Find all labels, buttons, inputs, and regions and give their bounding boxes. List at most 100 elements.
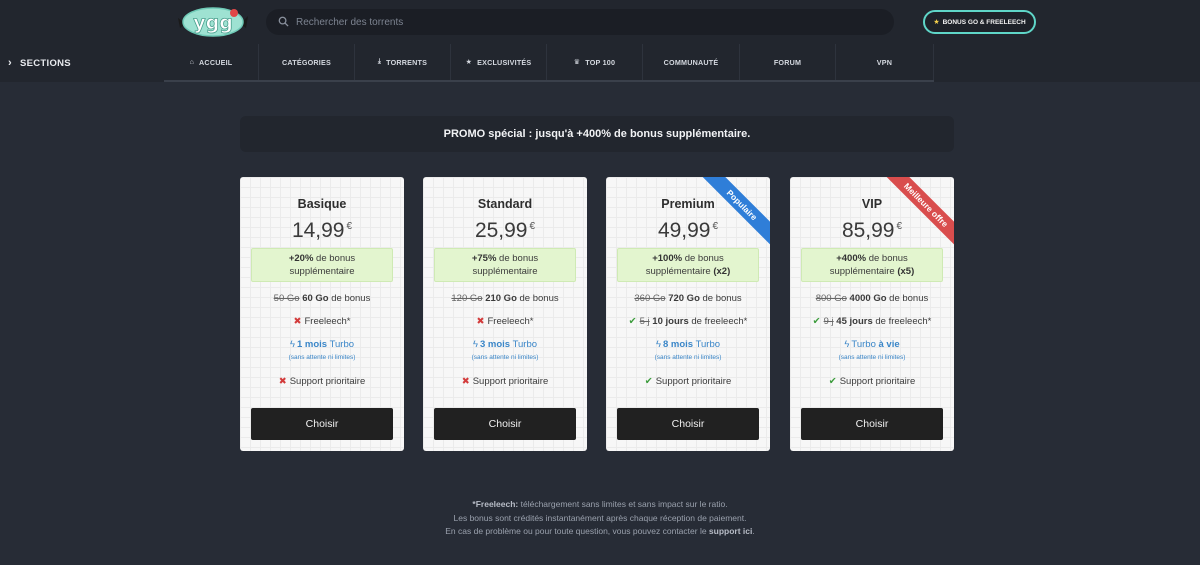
contact-text: En cas de problème ou pour toute questio… [445,526,709,536]
nav-item-label: CATÉGORIES [282,57,331,67]
plan-name: VIP [861,197,883,211]
nav-item-top100[interactable]: ♛ TOP 100 [547,44,643,80]
turbo-subtext: (sans attente ni limites) [288,354,356,361]
contact-end: . [752,526,755,536]
bonus-go-line: 800 Go 4000 Go de bonus [790,293,954,304]
support-text: Support prioritaire [472,376,549,387]
freeleech-old: 5 j [639,316,650,327]
bonus-go-line: 50 Go 60 Go de bonus [240,293,404,304]
turbo-duration: 1 mois [296,339,328,350]
turbo-line: ϟ Turbo à vie [790,339,954,350]
bonus-go-line: 360 Go 720 Go de bonus [606,293,770,304]
currency-symbol: € [529,221,536,232]
nav-item-categories[interactable]: CATÉGORIES [259,44,355,80]
plan-name: Basique [297,197,347,211]
nav-item-forum[interactable]: FORUM [740,44,836,80]
site-logo[interactable]: ygg [176,4,250,40]
footer-line-2: Les bonus sont crédités instantanément a… [453,512,747,523]
promo-text: PROMO spécial : jusqu'à +400% de bonus s… [443,128,751,140]
support-link[interactable]: support ici [709,526,752,536]
go-new: 4000 Go [849,293,887,304]
promo-banner: PROMO spécial : jusqu'à +400% de bonus s… [240,116,954,152]
plan-card-vip: Meilleure offre VIP 85,99 € +400% de bonu… [790,177,954,451]
plan-price: 85,99 € [790,219,954,243]
nav-item-label: TORRENTS [386,57,428,67]
go-old: 120 Go [451,293,483,304]
turbo-label: Turbo [851,339,879,350]
freeleech-new: 45 jours [836,316,873,327]
price-value: 49,99 [657,219,711,242]
freeleech-footnote: téléchargement sans limites et sans impa… [518,499,728,509]
currency-symbol: € [346,221,353,232]
check-icon: ✔ [828,376,837,387]
bonus-text: de bonus [682,253,724,264]
turbo-duration: 8 mois [662,339,694,350]
freeleech-old: 9 j [823,316,834,327]
nav-item-communaute[interactable]: COMMUNAUTÉ [643,44,740,80]
support-line: ✖ Support prioritaire [423,376,587,387]
price-value: 85,99 [841,219,895,242]
bonus-multiplier: (x2) [713,266,731,277]
top-header: ygg ★ BONUS GO & FREELEECH [0,0,1200,44]
nav-item-exclusivites[interactable]: ★ EXCLUSIVITÉS [451,44,547,80]
bonus-freeleech-button[interactable]: ★ BONUS GO & FREELEECH [923,10,1036,34]
sections-toggle[interactable]: › SECTIONS [0,44,164,82]
search-input[interactable] [296,16,856,28]
freeleech-line: ✖ Freeleech* [240,316,404,327]
freeleech-line: ✖ Freeleech* [423,316,587,327]
search-bar[interactable] [266,9,894,35]
freeleech-text: Freeleech* [304,316,351,327]
nav-item-accueil[interactable]: ⌂ ACCUEIL [164,44,259,80]
choose-button[interactable]: Choisir [251,408,393,440]
check-icon: ✔ [812,316,821,327]
plan-name: Premium [661,197,715,211]
nav-item-vpn[interactable]: VPN [836,44,934,80]
turbo-duration: à vie [878,339,900,350]
navbar: › SECTIONS ⌂ ACCUEIL CATÉGORIES ⤓ TORREN… [0,44,1200,82]
bonus-pct: +100% [652,253,683,264]
support-text: Support prioritaire [839,376,916,387]
nav-item-label: ACCUEIL [199,57,233,67]
go-suffix: de bonus [328,293,371,304]
freeleech-text: de freeleech* [872,316,932,327]
cross-icon: ✖ [476,316,485,327]
nav-divider [164,80,934,82]
footer-notes: *Freeleech: téléchargement sans limites … [0,498,1200,539]
nav-item-label: COMMUNAUTÉ [663,57,719,67]
bonus-text: de bonus [866,253,908,264]
go-old: 50 Go [273,293,300,304]
freeleech-line: ✔ 9 j 45 jours de freeleech* [790,316,954,327]
go-suffix: de bonus [886,293,929,304]
chevron-right-icon: › [8,57,12,69]
go-new: 60 Go [302,293,329,304]
choose-button[interactable]: Choisir [434,408,576,440]
nav-item-torrents[interactable]: ⤓ TORRENTS [355,44,451,80]
bonus-multiplier: (x5) [897,266,915,277]
check-icon: ✔ [644,376,653,387]
ribbon-best-offer: Meilleure offre [874,177,954,257]
go-new: 210 Go [485,293,517,304]
choose-button[interactable]: Choisir [617,408,759,440]
plan-price: 14,99 € [240,219,404,243]
plan-name: Standard [477,197,533,211]
download-icon: ⤓ [377,58,382,65]
bonus-pct: +400% [836,253,867,264]
turbo-subtext: (sans attente ni limites) [654,354,722,361]
nav-item-label: VPN [876,57,893,67]
nav-item-label: EXCLUSIVITÉS [477,57,532,67]
lightning-icon: ϟ [289,339,295,350]
go-new: 720 Go [668,293,700,304]
choose-button[interactable]: Choisir [801,408,943,440]
lightning-icon: ϟ [844,339,850,350]
support-line: ✔ Support prioritaire [790,376,954,387]
bonus-text: de bonus [496,253,539,264]
bonus-line2: supplémentaire [472,266,538,277]
go-old: 800 Go [815,293,847,304]
ribbon-popular: Populaire [690,177,770,257]
bonus-line2: supplémentaire [829,266,898,277]
bonus-pct: +20% [288,253,314,264]
cross-icon: ✖ [461,376,470,387]
bonus-line2: supplémentaire [645,266,714,277]
turbo-label: Turbo [329,339,355,350]
support-text: Support prioritaire [289,376,366,387]
